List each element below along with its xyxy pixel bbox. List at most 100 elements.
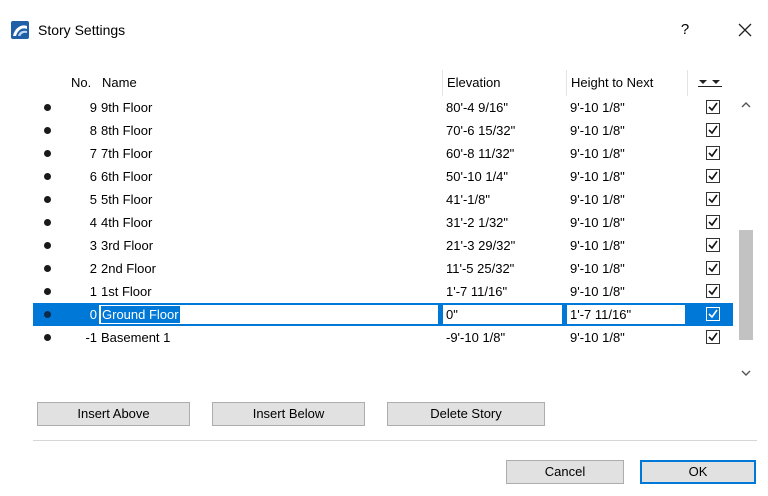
- story-height[interactable]: 9'-10 1/8": [570, 260, 625, 277]
- story-height[interactable]: 9'-10 1/8": [570, 191, 625, 208]
- story-name: Ground Floor: [101, 306, 180, 323]
- story-height[interactable]: 9'-10 1/8": [570, 214, 625, 231]
- footer-divider: [33, 440, 757, 441]
- story-name[interactable]: 2nd Floor: [101, 260, 156, 277]
- vertical-scrollbar[interactable]: [737, 96, 755, 384]
- show-checkbox[interactable]: [706, 146, 720, 160]
- story-name[interactable]: 6th Floor: [101, 168, 152, 185]
- check-icon: [708, 125, 718, 135]
- story-elevation-input[interactable]: 0": [442, 304, 563, 325]
- story-number: 3: [89, 238, 97, 253]
- check-icon: [708, 309, 718, 319]
- story-name[interactable]: 3rd Floor: [101, 237, 153, 254]
- story-elevation[interactable]: 60'-8 11/32": [446, 145, 514, 162]
- story-bullet-icon: [44, 127, 51, 134]
- story-elevation[interactable]: 31'-2 1/32": [446, 214, 508, 231]
- check-icon: [708, 217, 718, 227]
- table-row[interactable]: -1 Basement 1 -9'-10 1/8" 9'-10 1/8": [33, 326, 733, 349]
- column-header-name[interactable]: Name: [102, 75, 137, 91]
- table-row[interactable]: 6 6th Floor 50'-10 1/4" 9'-10 1/8": [33, 165, 733, 188]
- show-in-sections-sort-icon[interactable]: [697, 78, 725, 88]
- story-bullet-icon: [44, 104, 51, 111]
- delete-story-button[interactable]: Delete Story: [387, 402, 545, 426]
- story-name[interactable]: 5th Floor: [101, 191, 152, 208]
- story-height[interactable]: 9'-10 1/8": [570, 168, 625, 185]
- table-row[interactable]: 8 8th Floor 70'-6 15/32" 9'-10 1/8": [33, 119, 733, 142]
- column-header-no[interactable]: No.: [71, 75, 91, 91]
- table-row[interactable]: 1 1st Floor 1'-7 11/16" 9'-10 1/8": [33, 280, 733, 303]
- story-elevation[interactable]: 11'-5 25/32": [446, 260, 514, 277]
- column-header-height[interactable]: Height to Next: [571, 75, 653, 91]
- show-checkbox[interactable]: [706, 100, 720, 114]
- story-name[interactable]: 8th Floor: [101, 122, 152, 139]
- chevron-up-icon[interactable]: [737, 96, 755, 114]
- story-name[interactable]: 7th Floor: [101, 145, 152, 162]
- story-bullet-icon: [44, 173, 51, 180]
- story-elevation[interactable]: 21'-3 29/32": [446, 237, 515, 254]
- story-height[interactable]: 9'-10 1/8": [570, 237, 625, 254]
- show-checkbox[interactable]: [706, 284, 720, 298]
- story-number: 6: [89, 169, 97, 184]
- story-name-input[interactable]: Ground Floor: [98, 304, 439, 325]
- show-checkbox[interactable]: [706, 238, 720, 252]
- story-number: 8: [89, 123, 97, 138]
- close-icon: [738, 23, 752, 37]
- show-checkbox[interactable]: [706, 307, 720, 321]
- story-name[interactable]: 9th Floor: [101, 99, 152, 116]
- story-name[interactable]: Basement 1: [101, 329, 170, 346]
- chevron-down-icon[interactable]: [737, 364, 755, 382]
- table-row[interactable]: 7 7th Floor 60'-8 11/32" 9'-10 1/8": [33, 142, 733, 165]
- window-title: Story Settings: [38, 22, 126, 38]
- story-elevation[interactable]: 41'-1/8": [446, 191, 490, 208]
- check-icon: [708, 194, 718, 204]
- story-height-input[interactable]: 1'-7 11/16": [566, 304, 686, 325]
- story-number: 9: [89, 100, 97, 115]
- story-height[interactable]: 9'-10 1/8": [570, 329, 625, 346]
- check-icon: [708, 286, 718, 296]
- column-header-elevation[interactable]: Elevation: [447, 75, 500, 91]
- insert-above-button[interactable]: Insert Above: [37, 402, 190, 426]
- story-elevation[interactable]: 50'-10 1/4": [446, 168, 508, 185]
- story-number: 2: [89, 261, 97, 276]
- check-icon: [708, 240, 718, 250]
- table-header: No. Name Elevation Height to Next: [33, 70, 733, 96]
- column-separator: [566, 70, 567, 96]
- story-height[interactable]: 9'-10 1/8": [570, 122, 625, 139]
- show-checkbox[interactable]: [706, 123, 720, 137]
- close-button[interactable]: [728, 15, 762, 45]
- show-checkbox[interactable]: [706, 330, 720, 344]
- story-elevation[interactable]: -9'-10 1/8": [446, 329, 505, 346]
- cancel-button[interactable]: Cancel: [506, 460, 624, 484]
- story-bullet-icon: [44, 150, 51, 157]
- show-checkbox[interactable]: [706, 169, 720, 183]
- story-elevation[interactable]: 80'-4 9/16": [446, 99, 508, 116]
- show-checkbox[interactable]: [706, 192, 720, 206]
- table-row[interactable]: 3 3rd Floor 21'-3 29/32" 9'-10 1/8": [33, 234, 733, 257]
- story-name[interactable]: 4th Floor: [101, 214, 152, 231]
- help-button[interactable]: ?: [668, 15, 702, 45]
- story-bullet-icon: [44, 265, 51, 272]
- show-checkbox[interactable]: [706, 261, 720, 275]
- story-bullet-icon: [44, 196, 51, 203]
- story-elevation[interactable]: 1'-7 11/16": [446, 283, 507, 300]
- story-elevation[interactable]: 70'-6 15/32": [446, 122, 515, 139]
- show-checkbox[interactable]: [706, 215, 720, 229]
- story-height[interactable]: 9'-10 1/8": [570, 99, 625, 116]
- table-row[interactable]: 2 2nd Floor 11'-5 25/32" 9'-10 1/8": [33, 257, 733, 280]
- scrollbar-thumb[interactable]: [739, 230, 753, 340]
- table-row[interactable]: 4 4th Floor 31'-2 1/32" 9'-10 1/8": [33, 211, 733, 234]
- check-icon: [708, 102, 718, 112]
- table-row[interactable]: 5 5th Floor 41'-1/8" 9'-10 1/8": [33, 188, 733, 211]
- ok-button[interactable]: OK: [640, 460, 756, 484]
- story-height[interactable]: 9'-10 1/8": [570, 145, 625, 162]
- check-icon: [708, 148, 718, 158]
- story-elevation: 0": [446, 307, 458, 322]
- story-height[interactable]: 9'-10 1/8": [570, 283, 625, 300]
- story-number: 5: [89, 192, 97, 207]
- insert-below-button[interactable]: Insert Below: [212, 402, 365, 426]
- table-row-selected[interactable]: 0 Ground Floor 0" 1'-7 11/16": [33, 303, 733, 326]
- column-separator: [687, 70, 688, 96]
- story-name[interactable]: 1st Floor: [101, 283, 152, 300]
- table-row[interactable]: 9 9th Floor 80'-4 9/16" 9'-10 1/8": [33, 96, 733, 119]
- story-number: 4: [89, 215, 97, 230]
